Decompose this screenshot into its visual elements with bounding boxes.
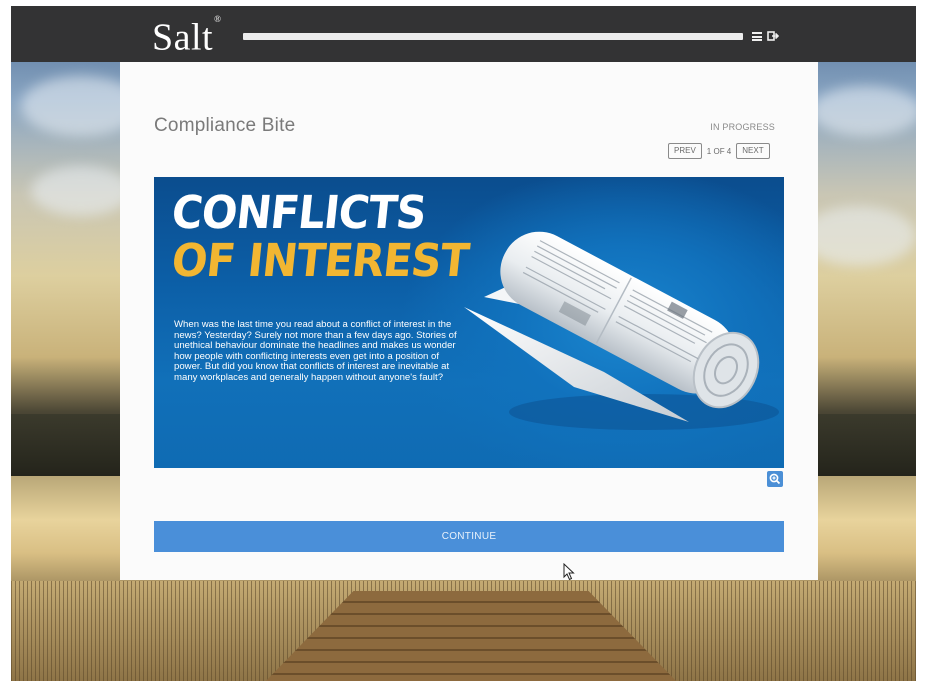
- status-label: IN PROGRESS: [710, 122, 775, 132]
- course-progress-bar: [243, 33, 743, 40]
- zoom-icon: [769, 473, 781, 485]
- slide-image: CONFLICTS OF INTEREST When was the last …: [154, 177, 784, 468]
- pager: PREV 1 OF 4 NEXT: [668, 143, 770, 159]
- menu-icon[interactable]: [752, 32, 762, 41]
- module-title: Compliance Bite: [154, 115, 296, 136]
- zoom-button[interactable]: [767, 471, 783, 487]
- newspaper-illustration: [464, 231, 779, 430]
- mouse-cursor: [563, 563, 575, 581]
- exit-icon[interactable]: [767, 30, 779, 42]
- continue-button[interactable]: CONTINUE: [154, 521, 784, 552]
- salt-logo: Salt®: [152, 14, 222, 59]
- slide-heading-line1: CONFLICTS: [169, 186, 429, 239]
- next-button[interactable]: NEXT: [736, 143, 770, 159]
- slide-body-text: When was the last time you read about a …: [174, 319, 457, 383]
- prev-button[interactable]: PREV: [668, 143, 702, 159]
- page-indicator: 1 OF 4: [706, 146, 732, 156]
- slide-heading-line2: OF INTEREST: [169, 234, 471, 287]
